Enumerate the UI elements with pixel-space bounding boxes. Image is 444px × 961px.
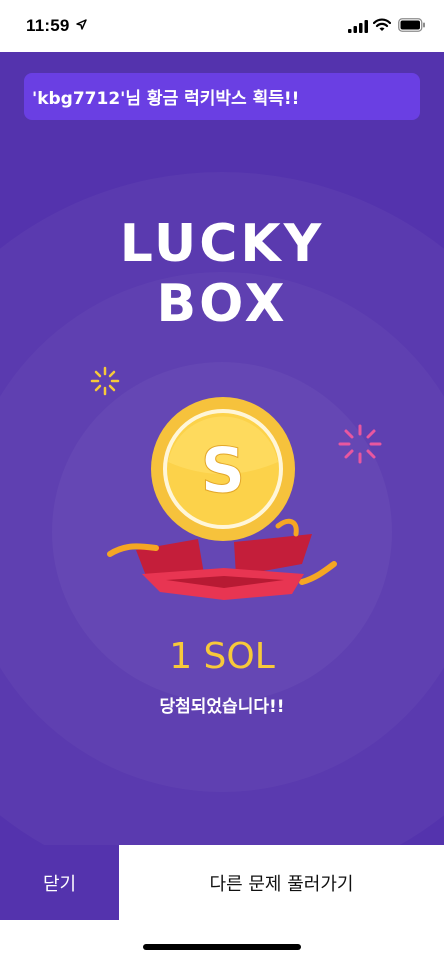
- wifi-icon: [373, 18, 391, 31]
- status-time: 11:59: [26, 16, 70, 35]
- prize-message: 당첨되었습니다!!: [159, 697, 285, 717]
- winner-notice-banner: 'kbg7712'님 황금 럭키박스 획득!!: [24, 73, 420, 120]
- lucky-box-title: LUCKY BOX: [0, 214, 444, 334]
- winner-notice-text: 'kbg7712'님 황금 럭키박스 획득!!: [32, 89, 300, 109]
- lucky-box-panel: 'kbg7712'님 황금 럭키박스 획득!! LUCKY BOX S 1 SO…: [0, 52, 444, 845]
- sparkle-icon: [338, 424, 382, 464]
- battery-icon: [398, 18, 425, 32]
- home-indicator: [143, 944, 301, 950]
- title-line-1: LUCKY: [119, 214, 325, 274]
- ribbon: [299, 561, 337, 585]
- coin-icon: S: [151, 397, 295, 541]
- ribbon: [275, 518, 299, 537]
- status-bar: 11:59: [0, 0, 444, 52]
- coin-symbol: S: [201, 434, 246, 507]
- close-button[interactable]: 닫기: [0, 845, 119, 920]
- prize-amount: 1 SOL: [169, 636, 275, 677]
- title-line-2: BOX: [156, 274, 288, 334]
- solve-another-question-button[interactable]: 다른 문제 풀러가기: [119, 845, 444, 920]
- lucky-box-illustration: S: [107, 397, 337, 600]
- sparkle-icon: [90, 366, 120, 396]
- cellular-signal-icon: [348, 20, 368, 33]
- location-arrow-icon: [76, 19, 87, 30]
